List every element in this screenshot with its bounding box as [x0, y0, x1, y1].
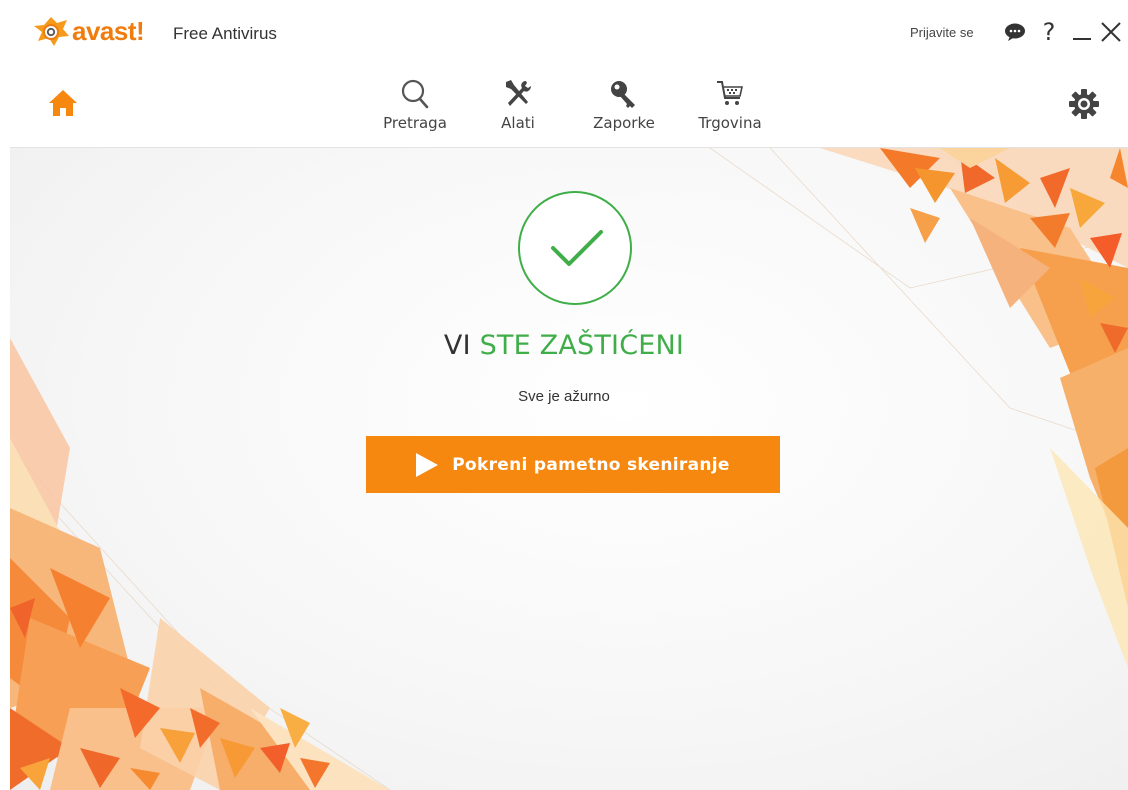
key-icon — [607, 76, 641, 112]
nav-search-label: Pretraga — [383, 114, 447, 132]
gear-icon[interactable] — [1066, 86, 1102, 122]
close-icon[interactable] — [1098, 18, 1124, 46]
status-title: VI STE ZAŠTIĆENI — [0, 330, 1128, 361]
chat-bubble-icon[interactable] — [1002, 18, 1028, 46]
brand-wordmark: avast! — [72, 16, 145, 46]
title-bar: avast! Free Antivirus Prijavite se ? — [0, 0, 1128, 70]
status-subtitle: Sve je ažurno — [518, 388, 610, 405]
nav-tools-label: Alati — [501, 114, 535, 132]
status-title-prefix: VI — [443, 330, 471, 361]
protected-status-icon — [517, 190, 633, 306]
nav-tools[interactable]: Alati — [494, 76, 542, 140]
home-icon[interactable] — [46, 86, 80, 120]
minimize-icon[interactable] — [1069, 18, 1095, 46]
search-icon — [398, 76, 432, 112]
avast-logo: avast! — [32, 14, 145, 48]
signin-link[interactable]: Prijavite se — [910, 25, 974, 40]
play-icon — [416, 452, 439, 477]
nav-store-label: Trgovina — [698, 114, 762, 132]
smart-scan-button[interactable]: Pokreni pametno skeniranje — [366, 436, 780, 493]
avast-logo-icon — [34, 17, 69, 46]
smart-scan-label: Pokreni pametno skeniranje — [452, 454, 730, 475]
nav-store[interactable]: Trgovina — [686, 76, 774, 140]
nav-passwords[interactable]: Zaporke — [578, 76, 670, 140]
status-title-highlight: STE ZAŠTIĆENI — [479, 330, 685, 361]
product-name: Free Antivirus — [173, 24, 277, 43]
nav-passwords-label: Zaporke — [593, 114, 655, 132]
nav-search[interactable]: Pretraga — [372, 76, 458, 140]
cart-icon — [713, 76, 747, 112]
help-icon[interactable]: ? — [1036, 18, 1062, 46]
tools-icon — [501, 76, 535, 112]
